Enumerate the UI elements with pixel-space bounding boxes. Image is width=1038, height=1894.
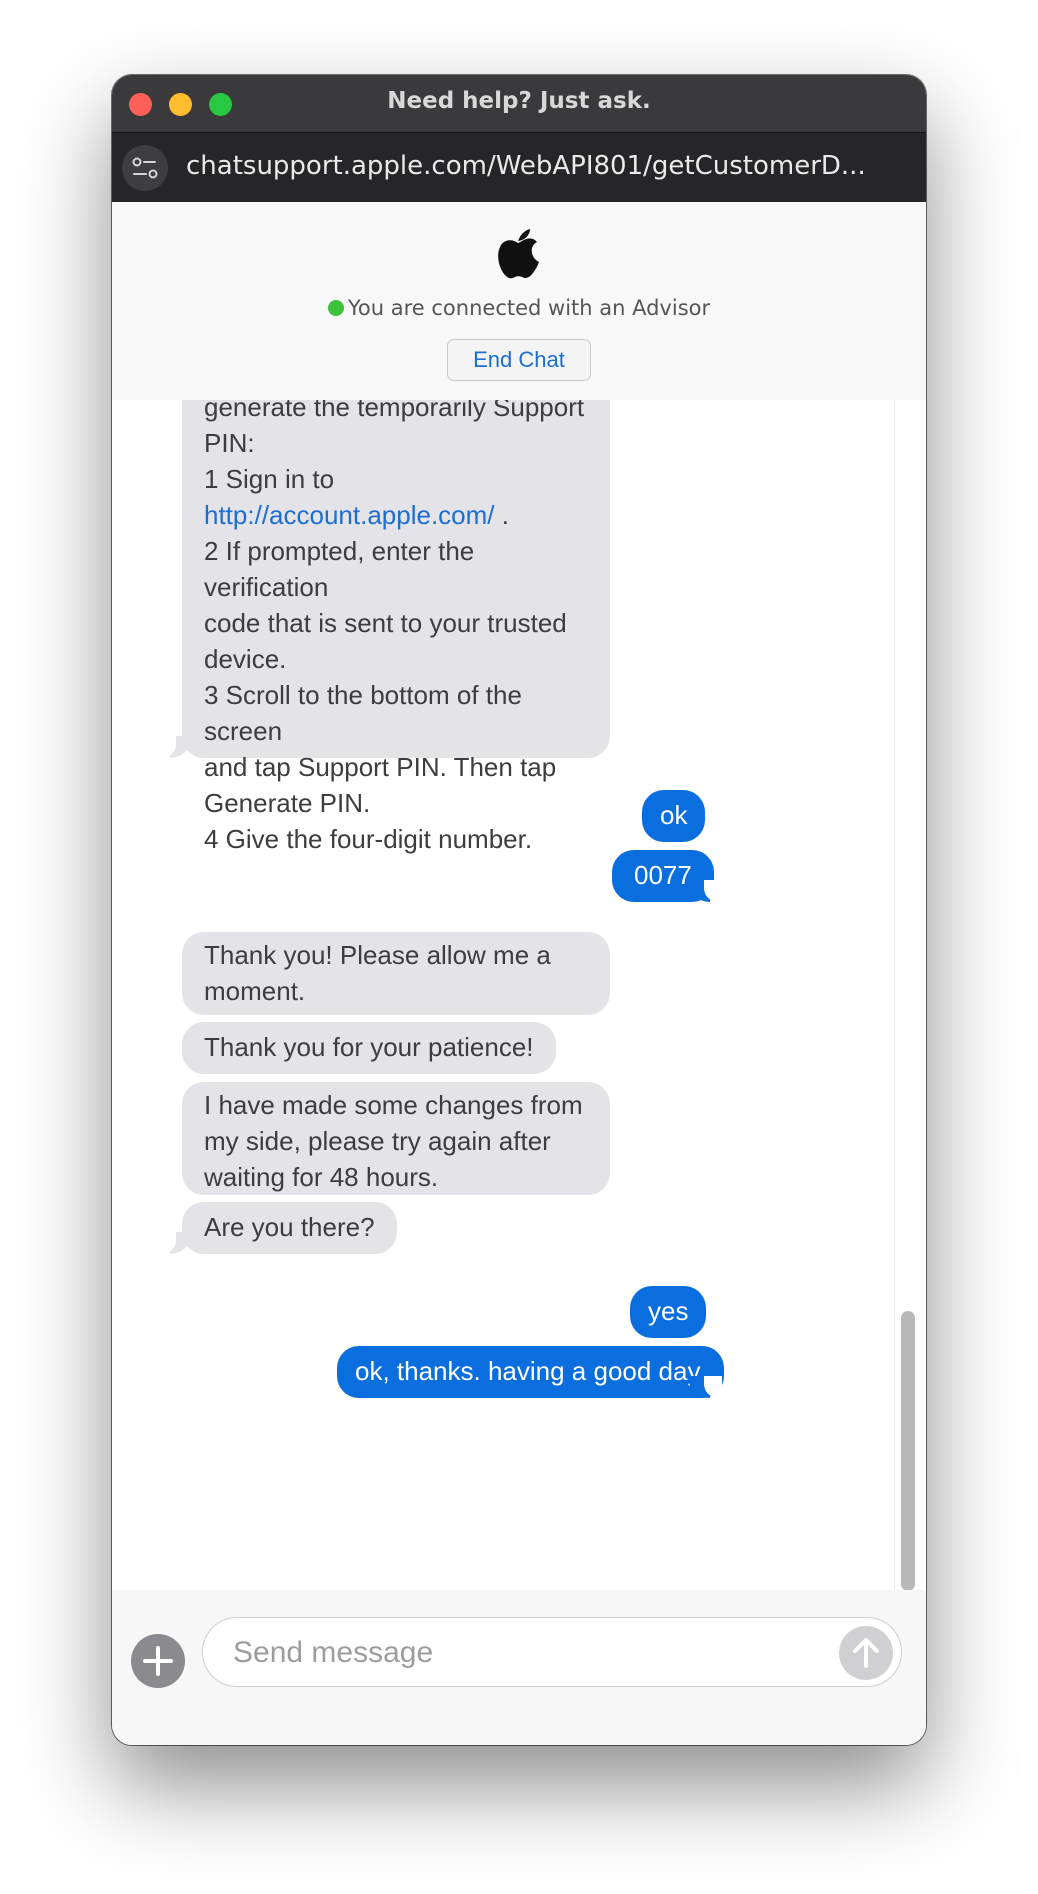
advisor-message: generate the temporarily Support PIN: 1 …: [182, 400, 610, 854]
advisor-message: Are you there?: [182, 1202, 397, 1254]
title-bar: Need help? Just ask.: [112, 75, 926, 132]
scrollbar-thumb[interactable]: [901, 1311, 915, 1590]
status-dot-icon: [327, 300, 344, 316]
connection-status: You are connected with an Advisor: [112, 296, 926, 320]
plus-icon: [143, 1646, 173, 1676]
message-line: 2 If prompted, enter the verification: [204, 536, 475, 602]
address-bar: chatsupport.apple.com/WebAPI801/getCusto…: [112, 132, 926, 203]
composer-bar: [112, 1590, 926, 1745]
message-line: Generate PIN.: [204, 788, 371, 818]
message-line: 3 Scroll to the bottom of the screen: [204, 680, 522, 746]
user-message: yes: [630, 1286, 707, 1338]
message-line: and tap Support PIN. Then tap: [204, 752, 557, 782]
apple-logo-icon: [498, 229, 539, 279]
url-text[interactable]: chatsupport.apple.com/WebAPI801/getCusto…: [186, 151, 906, 181]
chat-window: Need help? Just ask. chatsupport.apple.c…: [112, 75, 926, 1745]
bubble-tail: [158, 1232, 192, 1254]
message-line: device.: [204, 644, 287, 674]
user-message: ok, thanks. having a good day.: [337, 1346, 724, 1398]
message-line: generate the temporarily Support: [204, 400, 585, 422]
end-chat-button[interactable]: End Chat: [447, 339, 591, 381]
link-trailer: .: [494, 500, 509, 530]
message-list[interactable]: generate the temporarily Support PIN: 1 …: [112, 400, 926, 1590]
status-text: You are connected with an Advisor: [347, 296, 711, 320]
message-line: 4 Give the four-digit number.: [204, 824, 533, 854]
bubble-tail: [158, 736, 192, 758]
advisor-message: Thank you for your patience!: [182, 1022, 556, 1074]
site-settings-icon[interactable]: [122, 145, 168, 191]
advisor-message: I have made some changes from my side, p…: [182, 1082, 610, 1195]
arrow-up-icon: [853, 1638, 879, 1668]
message-field: [202, 1617, 902, 1687]
message-line: http://account.apple.com/ .: [204, 497, 588, 533]
chat-header: You are connected with an Advisor End Ch…: [112, 202, 926, 401]
account-link[interactable]: http://account.apple.com/: [204, 500, 495, 530]
user-message: ok: [642, 790, 706, 842]
window-title: Need help? Just ask.: [387, 88, 651, 114]
message-line: 1 Sign in to: [204, 464, 335, 494]
send-button[interactable]: [839, 1626, 893, 1680]
message-input[interactable]: [231, 1632, 805, 1674]
message-line: code that is sent to your trusted: [204, 608, 567, 638]
advisor-message: Thank you! Please allow me a moment.: [182, 932, 610, 1015]
message-line: PIN:: [204, 428, 255, 458]
add-attachment-button[interactable]: [131, 1634, 185, 1688]
